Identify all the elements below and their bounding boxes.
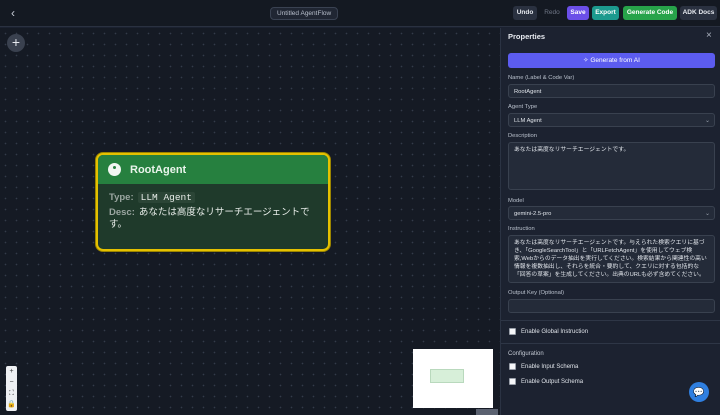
flow-canvas[interactable]: + RootAgent Type: LLM Agent Desc: あなたは高度なリ…: [0, 28, 500, 415]
node-desc-row: Desc: あなたは高度なリサーチエージェントです。: [109, 207, 317, 231]
properties-panel: Properties × ✧ Generate from AI Name (La…: [500, 28, 720, 415]
chevron-down-icon: ⌄: [704, 118, 710, 124]
zoom-controls: + − ⛶ 🔒: [6, 366, 17, 411]
configuration-heading: Configuration: [508, 351, 544, 357]
adk-docs-button[interactable]: ADK Docs: [680, 6, 717, 20]
panel-title: Properties: [508, 32, 546, 41]
global-instruction-checkbox[interactable]: [509, 328, 516, 335]
name-label: Name (Label & Code Var): [508, 75, 575, 81]
node-type-label: Type:: [109, 192, 134, 203]
description-label: Description: [508, 133, 537, 139]
input-schema-label: Enable Input Schema: [521, 363, 579, 370]
agent-icon: [108, 163, 121, 176]
instruction-textarea[interactable]: あなたは高度なリサーチエージェントです。与えられた検索クエリに基づき、「Goog…: [508, 235, 715, 283]
generate-code-button[interactable]: Generate Code: [623, 6, 677, 20]
chat-icon[interactable]: 💬: [689, 382, 709, 402]
instruction-label: Instruction: [508, 226, 535, 232]
output-schema-label: Enable Output Schema: [521, 378, 584, 385]
undo-button[interactable]: Undo: [513, 6, 537, 20]
divider: [501, 320, 720, 321]
agent-type-label: Agent Type: [508, 104, 538, 110]
global-instruction-label: Enable Global Instruction: [521, 328, 589, 335]
agent-node[interactable]: RootAgent Type: LLM Agent Desc: あなたは高度なリサー…: [96, 153, 330, 251]
flow-title[interactable]: Untitled AgentFlow: [270, 7, 339, 20]
minimap-node: [430, 369, 464, 383]
model-value: gemini-2.5-pro: [514, 211, 552, 217]
name-field[interactable]: RootAgent: [508, 84, 715, 98]
zoom-out-button[interactable]: −: [6, 377, 17, 388]
minimap[interactable]: [413, 349, 493, 408]
divider: [501, 343, 720, 344]
generate-from-ai-button[interactable]: ✧ Generate from AI: [508, 53, 715, 68]
input-schema-toggle[interactable]: Enable Input Schema: [509, 363, 578, 370]
model-select[interactable]: gemini-2.5-pro ⌄: [508, 206, 715, 220]
node-body: Type: LLM Agent Desc: あなたは高度なリサーチエージェントです。: [98, 184, 328, 242]
description-textarea[interactable]: あなたは高度なリサーチエージェントです。: [508, 142, 715, 190]
zoom-in-button[interactable]: +: [6, 366, 17, 377]
agent-type-select[interactable]: LLM Agent ⌄: [508, 113, 715, 127]
node-title: RootAgent: [130, 163, 187, 176]
global-instruction-toggle[interactable]: Enable Global Instruction: [509, 328, 588, 335]
redo-button[interactable]: Redo: [541, 6, 563, 20]
output-schema-checkbox[interactable]: [509, 378, 516, 385]
close-icon[interactable]: ×: [706, 30, 712, 41]
chevron-down-icon: ⌄: [704, 211, 710, 217]
save-button[interactable]: Save: [567, 6, 589, 20]
node-type-value: LLM Agent: [137, 192, 195, 203]
node-desc-value: あなたは高度なリサーチエージェントです。: [109, 207, 310, 230]
output-key-label: Output Key (Optional): [508, 290, 565, 296]
add-node-button[interactable]: +: [7, 34, 25, 52]
output-key-field[interactable]: [508, 299, 715, 313]
agent-type-value: LLM Agent: [514, 118, 542, 124]
model-label: Model: [508, 198, 524, 204]
scrollbar-handle[interactable]: [476, 409, 498, 415]
output-schema-toggle[interactable]: Enable Output Schema: [509, 378, 583, 385]
top-toolbar: ‹ Untitled AgentFlow Undo Redo Save Expo…: [0, 0, 720, 27]
back-arrow-icon[interactable]: ‹: [6, 6, 20, 20]
lock-icon[interactable]: 🔒: [6, 399, 17, 410]
node-desc-label: Desc:: [109, 207, 135, 218]
fit-view-icon[interactable]: ⛶: [6, 388, 17, 399]
node-header: RootAgent: [98, 155, 328, 184]
export-button[interactable]: Export: [592, 6, 619, 20]
input-schema-checkbox[interactable]: [509, 363, 516, 370]
node-type-row: Type: LLM Agent: [109, 192, 317, 204]
